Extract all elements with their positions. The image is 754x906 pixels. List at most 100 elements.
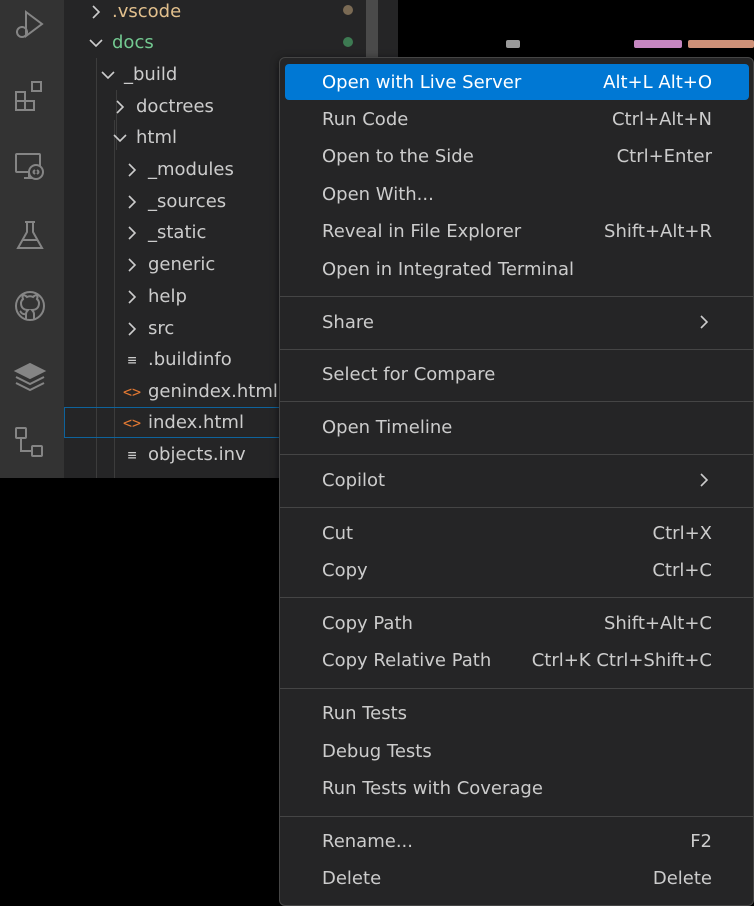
run-debug-icon[interactable] xyxy=(10,6,50,46)
menu-item-shortcut: Ctrl+Alt+N xyxy=(611,108,712,130)
chevron-right-icon xyxy=(122,160,142,180)
editor-text-fragment xyxy=(634,40,682,48)
menu-item-label: Cut xyxy=(322,522,354,544)
menu-item-copilot[interactable]: Copilot xyxy=(285,462,749,498)
tree-item-label: .vscode xyxy=(112,1,182,22)
menu-item-shortcut: Ctrl+K Ctrl+Shift+C xyxy=(531,649,712,671)
chevron-right-icon xyxy=(122,319,142,339)
html-file-icon: <> xyxy=(122,413,142,432)
menu-item-copy-path[interactable]: Copy Path Shift+Alt+C xyxy=(285,605,749,641)
menu-item-shortcut: Delete xyxy=(652,867,712,889)
menu-item-label: Reveal in File Explorer xyxy=(322,220,522,242)
tree-item-label: generic xyxy=(148,254,216,275)
menu-item-open-with[interactable]: Open With... xyxy=(285,176,749,212)
menu-separator xyxy=(280,296,753,297)
menu-item-label: Open with Live Server xyxy=(322,71,522,93)
tree-item-label: html xyxy=(136,127,178,148)
menu-item-label: Run Code xyxy=(322,108,409,130)
activity-bar xyxy=(0,0,64,478)
menu-item-label: Open in Integrated Terminal xyxy=(322,258,574,280)
menu-item-open-with-live-server[interactable]: Open with Live Server Alt+L Alt+O xyxy=(285,64,749,100)
chevron-right-icon xyxy=(696,314,712,330)
menu-item-label: Run Tests xyxy=(322,702,408,724)
html-file-icon: <> xyxy=(122,382,142,401)
menu-item-label: Share xyxy=(322,311,374,333)
remote-explorer-icon[interactable] xyxy=(10,146,50,186)
menu-item-delete[interactable]: Delete Delete xyxy=(285,860,749,896)
chevron-down-icon xyxy=(98,65,118,85)
menu-item-cut[interactable]: Cut Ctrl+X xyxy=(285,515,749,551)
menu-item-shortcut: Ctrl+Enter xyxy=(616,145,712,167)
chevron-right-icon xyxy=(122,223,142,243)
testing-icon[interactable] xyxy=(10,216,50,256)
editor-text-fragment xyxy=(688,40,754,48)
menu-item-label: Open to the Side xyxy=(322,145,474,167)
vscode-window: .vscode docs _build doctrees html _modul… xyxy=(0,0,754,906)
tree-item-label: objects.inv xyxy=(148,444,246,465)
chevron-right-icon xyxy=(122,255,142,275)
menu-item-label: Select for Compare xyxy=(322,363,496,385)
menu-separator xyxy=(280,688,753,689)
menu-item-debug-tests[interactable]: Debug Tests xyxy=(285,733,749,769)
source-control-graph-icon[interactable] xyxy=(10,422,50,462)
explorer-scrollbar-thumb[interactable] xyxy=(366,0,378,58)
tree-item-label: help xyxy=(148,286,187,307)
menu-item-copy-relative-path[interactable]: Copy Relative Path Ctrl+K Ctrl+Shift+C xyxy=(285,642,749,678)
editor-peek xyxy=(398,40,754,58)
menu-item-label: Copy Path xyxy=(322,612,413,634)
menu-item-label: Delete xyxy=(322,867,382,889)
menu-separator xyxy=(280,507,753,508)
menu-item-label: Run Tests with Coverage xyxy=(322,777,543,799)
tree-item-label: _static xyxy=(148,222,207,243)
menu-item-open-in-integrated-terminal[interactable]: Open in Integrated Terminal xyxy=(285,251,749,287)
git-status-dot xyxy=(343,37,353,47)
menu-item-shortcut: Shift+Alt+C xyxy=(603,612,712,634)
menu-item-share[interactable]: Share xyxy=(285,304,749,340)
tree-item-label: doctrees xyxy=(136,96,214,117)
menu-item-rename[interactable]: Rename... F2 xyxy=(285,823,749,859)
chevron-right-icon xyxy=(122,192,142,212)
menu-item-open-to-side[interactable]: Open to the Side Ctrl+Enter xyxy=(285,138,749,174)
tree-item-label: _modules xyxy=(148,159,234,180)
menu-item-label: Copy Relative Path xyxy=(322,649,492,671)
menu-item-label: Open With... xyxy=(322,183,434,205)
editor-text-fragment xyxy=(506,40,520,48)
tree-item-label: index.html xyxy=(148,412,244,433)
menu-item-shortcut: Shift+Alt+R xyxy=(604,220,712,242)
tree-item-label: _build xyxy=(124,64,178,85)
menu-item-shortcut: Ctrl+C xyxy=(652,559,712,581)
menu-item-run-code[interactable]: Run Code Ctrl+Alt+N xyxy=(285,101,749,137)
menu-item-copy[interactable]: Copy Ctrl+C xyxy=(285,552,749,588)
layers-icon[interactable] xyxy=(10,356,50,396)
menu-item-run-tests-with-coverage[interactable]: Run Tests with Coverage xyxy=(285,770,749,806)
chevron-right-icon xyxy=(110,97,130,117)
text-file-icon: ≡ xyxy=(127,350,137,369)
menu-item-run-tests[interactable]: Run Tests xyxy=(285,695,749,731)
menu-item-select-for-compare[interactable]: Select for Compare xyxy=(285,356,749,392)
menu-separator xyxy=(280,401,753,402)
menu-separator xyxy=(280,816,753,817)
context-menu: Open with Live Server Alt+L Alt+O Run Co… xyxy=(279,57,754,906)
menu-separator xyxy=(280,597,753,598)
tree-item-label: genindex.html xyxy=(148,381,278,402)
menu-item-label: Rename... xyxy=(322,830,413,852)
chevron-down-icon xyxy=(110,128,130,148)
tree-item-label: docs xyxy=(112,32,154,53)
chevron-right-icon xyxy=(696,472,712,488)
tree-item-label: src xyxy=(148,318,175,339)
menu-item-open-timeline[interactable]: Open Timeline xyxy=(285,409,749,445)
menu-item-label: Debug Tests xyxy=(322,740,432,762)
tree-item-label: .buildinfo xyxy=(148,349,232,370)
menu-item-shortcut: Alt+L Alt+O xyxy=(603,71,712,93)
git-status-dot xyxy=(343,5,353,15)
menu-item-reveal-in-file-explorer[interactable]: Reveal in File Explorer Shift+Alt+R xyxy=(285,213,749,249)
github-icon[interactable] xyxy=(10,286,50,326)
chevron-right-icon xyxy=(86,2,106,22)
chevron-down-icon xyxy=(86,33,106,53)
text-file-icon: ≡ xyxy=(127,445,137,464)
extensions-icon[interactable] xyxy=(10,76,50,116)
chevron-right-icon xyxy=(122,287,142,307)
menu-item-shortcut: Ctrl+X xyxy=(652,522,712,544)
tree-item-label: _sources xyxy=(148,191,227,212)
menu-item-label: Open Timeline xyxy=(322,416,453,438)
